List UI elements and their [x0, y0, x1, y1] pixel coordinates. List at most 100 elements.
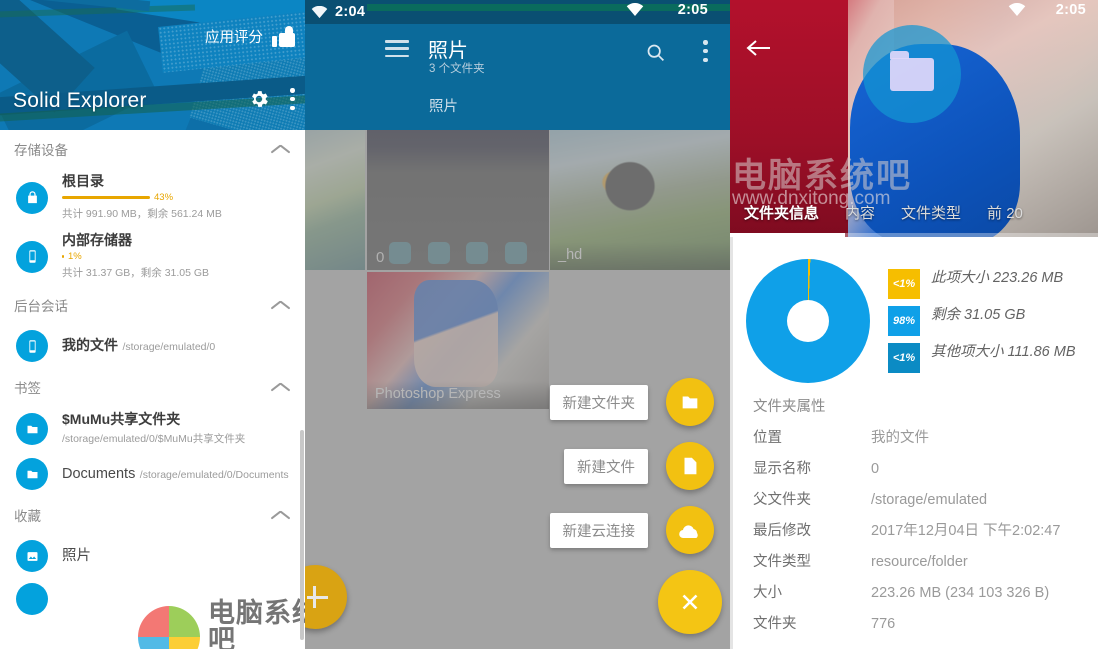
folder-icon[interactable]: [666, 378, 714, 426]
tab-folder-info[interactable]: 文件夹信息: [744, 202, 819, 223]
sidebar-item-partial[interactable]: [0, 578, 305, 620]
legend-item: <1% 其他项大小 111.86 MB: [888, 343, 1076, 373]
property-key: 位置: [753, 430, 782, 446]
chevron-up-icon[interactable]: [271, 509, 291, 521]
legend-item: 98% 剩余 31.05 GB: [888, 306, 1076, 336]
tab-file-types[interactable]: 文件类型: [901, 202, 961, 223]
legend-item: <1% 此项大小 223.26 MB: [888, 269, 1076, 299]
sidebar-item-label: 内部存储器: [62, 232, 132, 248]
table-row: 文件夹 776: [753, 612, 1098, 633]
legend-label: 此项大小 223.26 MB: [931, 270, 1064, 286]
fab-close-button[interactable]: [658, 570, 722, 634]
sidebar-item-label: Documents: [62, 465, 136, 482]
tab-contents[interactable]: 内容: [845, 202, 875, 223]
sidebar-item-label: 我的文件: [62, 337, 118, 353]
breadcrumb[interactable]: 照片: [429, 95, 458, 116]
legend-label: 其他项大小 111.86 MB: [931, 344, 1076, 360]
sidebar-item-mumu-shared[interactable]: $MuMu共享文件夹 /storage/emulated/0/$MuMu共享文件…: [0, 406, 305, 452]
legend-label: 剩余 31.05 GB: [931, 307, 1026, 323]
status-accent-bar: [367, 4, 730, 11]
property-key: 显示名称: [753, 461, 811, 477]
sidebar-item-root[interactable]: 根目录 43% 共计 991.90 MB，剩余 561.24 MB: [0, 168, 305, 227]
folder-properties-panel: 2:05 电脑系统吧 www.dnxitong.com 文件夹信息 内容 文件类…: [730, 0, 1098, 649]
property-key: 最后修改: [753, 523, 811, 539]
table-row: 大小 223.26 MB (234 103 326 B): [753, 581, 1098, 602]
table-row: 位置 我的文件: [753, 426, 1098, 447]
property-value: /storage/emulated: [871, 492, 988, 508]
sidebar-item-subtitle: /storage/emulated/0/$MuMu共享文件夹: [62, 433, 246, 445]
chevron-up-icon[interactable]: [271, 143, 291, 155]
app-rating-button[interactable]: 应用评分: [205, 26, 295, 47]
sidebar-item-subtitle: /storage/emulated/0: [122, 341, 216, 353]
drawer-section-header[interactable]: 后台会话: [0, 286, 305, 324]
storage-meter: 1%: [62, 251, 291, 262]
wifi-icon: [626, 2, 644, 17]
property-value: 776: [871, 616, 896, 632]
drawer-section-header[interactable]: 存储设备: [0, 130, 305, 168]
cloud-icon[interactable]: [666, 506, 714, 554]
fab-action-label[interactable]: 新建云连接: [549, 512, 648, 548]
status-bar: 2:05: [730, 0, 1098, 24]
drawer-body: 存储设备 根目录 43% 共计 991.90 MB，剩余 561.24 MB 内…: [0, 130, 305, 649]
tab-bar: 文件夹信息 内容 文件类型 前 20: [730, 202, 1098, 223]
image-icon: [16, 540, 48, 572]
legend-percent: <1%: [888, 269, 920, 299]
chevron-up-icon[interactable]: [271, 299, 291, 311]
page-title: Solid Explorer: [13, 89, 147, 112]
legend-percent: <1%: [888, 343, 920, 373]
storage-meter-bar: [62, 255, 64, 258]
tab-indicator: [730, 233, 845, 237]
property-key: 大小: [753, 585, 782, 601]
storage-meter: 43%: [62, 192, 291, 203]
folder-icon: [863, 25, 961, 123]
close-icon[interactable]: [658, 570, 722, 634]
hero-image: 2:05 电脑系统吧 www.dnxitong.com 文件夹信息 内容 文件类…: [730, 0, 1098, 237]
wifi-icon: [311, 5, 328, 19]
hamburger-menu-icon[interactable]: [385, 40, 409, 57]
fab-action-new-file[interactable]: 新建文件: [564, 442, 714, 490]
drawer-scrollbar[interactable]: [300, 430, 304, 640]
fab-action-new-cloud[interactable]: 新建云连接: [549, 506, 714, 554]
storage-meter-bar: [62, 196, 150, 199]
storage-meter-percent: 43%: [154, 192, 174, 203]
folder-icon: [16, 413, 48, 445]
sidebar-item-my-files[interactable]: 我的文件 /storage/emulated/0: [0, 324, 305, 368]
tab-top-20[interactable]: 前 20: [987, 202, 1023, 223]
section-title: 后台会话: [14, 299, 68, 314]
section-title: 书签: [14, 381, 41, 396]
sidebar-item-photos[interactable]: 照片: [0, 534, 305, 578]
properties-section-title: 文件夹属性: [753, 399, 826, 415]
properties-table: 位置 我的文件 显示名称 0 父文件夹 /storage/emulated 最后…: [730, 424, 1098, 633]
arrow-back-icon[interactable]: [746, 38, 772, 58]
drawer-header: 应用评分 Solid Explorer: [0, 0, 305, 130]
sidebar-item-documents[interactable]: Documents /storage/emulated/0/Documents: [0, 452, 305, 496]
drawer-section-header[interactable]: 书签: [0, 368, 305, 406]
storage-meter-percent: 1%: [68, 251, 82, 262]
file-icon[interactable]: [666, 442, 714, 490]
app-screen: 应用评分 Solid Explorer 存储设备 根目录 43% 共计 991.…: [0, 0, 1098, 649]
sidebar-item-label: 照片: [62, 547, 91, 564]
table-row: 最后修改 2017年12月04日 下午2:02:47: [753, 519, 1098, 540]
fab-action-label[interactable]: 新建文件: [564, 448, 648, 484]
fab-action-new-folder[interactable]: 新建文件夹: [549, 378, 714, 426]
legend-percent: 98%: [888, 306, 920, 336]
page-title: 照片: [428, 40, 468, 62]
folder-icon: [16, 583, 48, 615]
search-icon[interactable]: [645, 42, 666, 63]
sidebar-item-internal-storage[interactable]: 内部存储器 1% 共计 31.37 GB，剩余 31.05 GB: [0, 227, 305, 286]
sidebar-item-subtitle: /storage/emulated/0/Documents: [139, 468, 289, 481]
gear-icon[interactable]: [248, 88, 270, 110]
section-title: 存储设备: [14, 143, 68, 158]
property-value: 0: [871, 461, 880, 477]
app-bar: 照片 3 个文件夹 照片: [305, 24, 730, 130]
drawer-section-header[interactable]: 收藏: [0, 496, 305, 534]
chevron-up-icon[interactable]: [271, 381, 291, 393]
status-clock: 2:04: [335, 4, 366, 20]
donut-chart-graphic: [746, 259, 870, 383]
fab-action-label[interactable]: 新建文件夹: [549, 384, 648, 420]
property-key: 文件类型: [753, 554, 811, 570]
lock-icon: [16, 181, 48, 214]
kebab-menu-icon[interactable]: [290, 88, 295, 110]
status-clock-right: 2:05: [677, 2, 708, 18]
kebab-menu-icon[interactable]: [703, 40, 708, 62]
